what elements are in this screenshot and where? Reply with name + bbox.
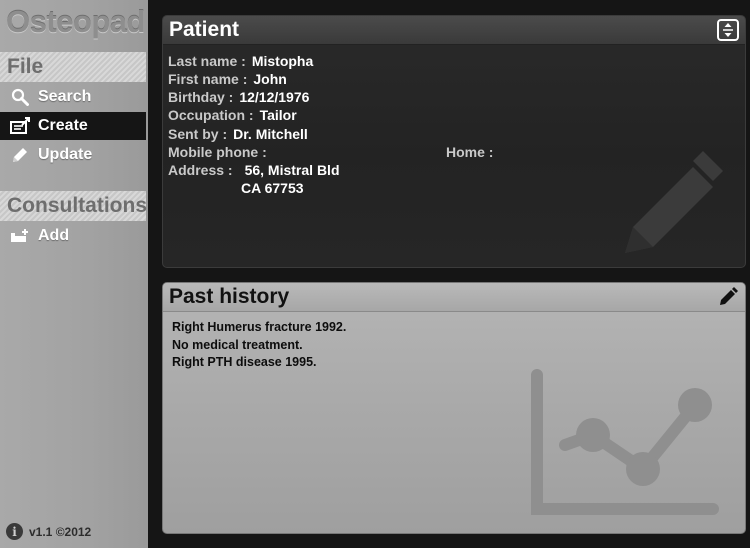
field-sent-by: Sent by : Dr. Mitchell xyxy=(168,126,308,142)
chart-watermark-icon xyxy=(531,369,719,515)
pencil-watermark-icon xyxy=(625,151,723,253)
field-birthday: Birthday :12/12/1976 xyxy=(168,89,310,105)
create-icon xyxy=(10,116,30,136)
nav-item-update[interactable]: Update xyxy=(0,141,146,169)
history-panel-header: Past history xyxy=(163,283,745,312)
section-header-file: File xyxy=(0,52,146,82)
field-address: Address :56, Mistral Bld xyxy=(168,162,340,178)
nav-item-search[interactable]: Search xyxy=(0,83,146,111)
nav-item-label: Create xyxy=(38,117,88,134)
patient-panel-title: Patient xyxy=(169,18,240,41)
history-line: No medical treatment. xyxy=(172,337,303,352)
nav-item-add-consultation[interactable]: Add xyxy=(0,222,146,250)
field-occupation: Occupation : Tailor xyxy=(168,107,297,123)
field-first-name: First name : John xyxy=(168,71,287,87)
history-line: Right PTH disease 1995. xyxy=(172,355,317,369)
field-last-name: Last name : Mistopha xyxy=(168,53,314,69)
history-line: Right Humerus fracture 1992. xyxy=(172,320,347,334)
version-info: i v1.1 ©2012 xyxy=(6,523,91,540)
history-notes[interactable]: Right Humerus fracture 1992. No medical … xyxy=(172,319,346,372)
past-history-panel: Past history Right Humerus fracture 1992… xyxy=(162,282,746,534)
patient-panel: Patient Last name : Mistopha First name :… xyxy=(162,15,746,268)
field-home-phone: Home : xyxy=(446,144,494,160)
patient-panel-header: Patient xyxy=(163,16,745,45)
nav-item-label: Search xyxy=(38,88,92,105)
version-label: v1.1 ©2012 xyxy=(29,524,92,539)
main-content: Patient Last name : Mistopha First name :… xyxy=(148,0,750,548)
nav-item-label: Update xyxy=(38,146,93,163)
app-logo: Osteopad xyxy=(6,4,145,39)
pencil-icon xyxy=(10,145,30,165)
sidebar: Osteopad File Search Create Update Consu… xyxy=(0,0,148,548)
nav-item-label: Add xyxy=(38,227,70,244)
edit-pencil-icon[interactable] xyxy=(717,286,739,308)
field-address-line2[interactable]: CA 67753 xyxy=(241,180,304,196)
history-panel-title: Past history xyxy=(169,285,290,308)
field-mobile-phone: Mobile phone : xyxy=(168,144,267,160)
search-icon xyxy=(10,87,30,107)
info-icon[interactable]: i xyxy=(6,523,23,540)
section-header-consultations: Consultations xyxy=(0,191,147,221)
add-consultation-icon xyxy=(10,226,30,246)
expand-icon[interactable] xyxy=(717,19,739,41)
nav-item-create[interactable]: Create xyxy=(0,112,146,140)
